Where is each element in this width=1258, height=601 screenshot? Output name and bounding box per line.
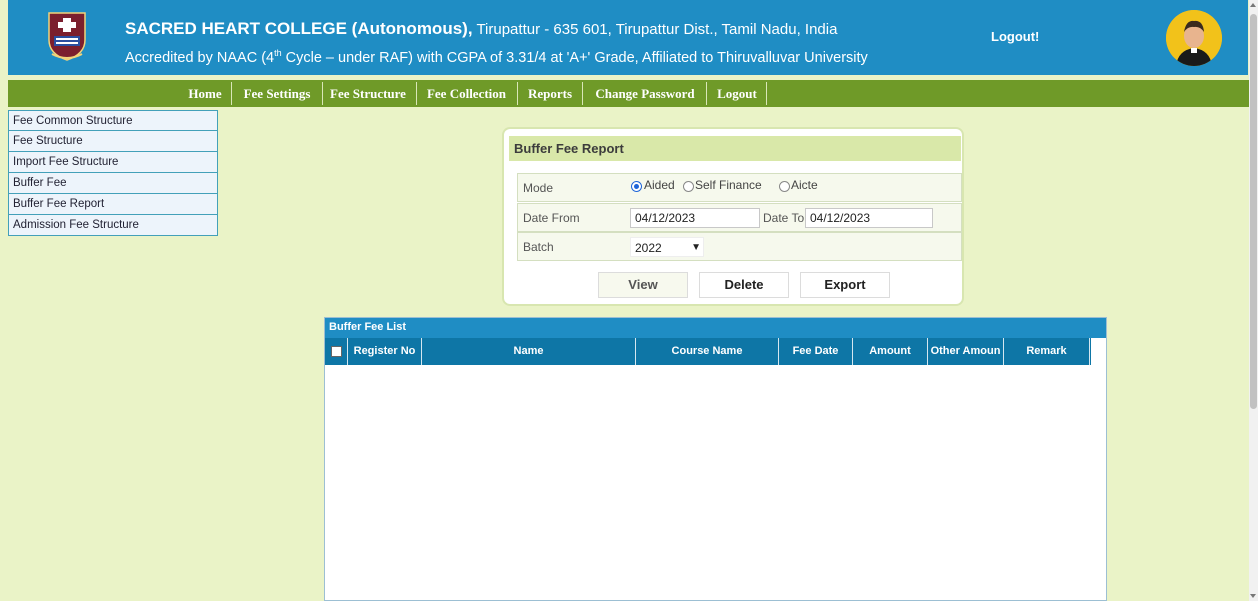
sidebar-item-fee-structure[interactable]: Fee Structure — [8, 131, 218, 152]
date-from-label: Date From — [523, 211, 580, 225]
main-nav: Home Fee Settings Fee Structure Fee Coll… — [8, 80, 1249, 107]
scrollbar-thumb[interactable] — [1250, 14, 1257, 409]
batch-label: Batch — [523, 240, 554, 254]
nav-fee-structure[interactable]: Fee Structure — [325, 80, 411, 107]
mode-aicte-label: Aicte — [791, 178, 818, 192]
mode-self-finance-radio[interactable] — [683, 181, 694, 192]
table-header: Register No Name Course Name Fee Date Am… — [325, 338, 1091, 365]
col-name[interactable]: Name — [422, 338, 636, 365]
batch-value: 2022 — [635, 241, 662, 255]
college-logo-icon — [48, 12, 86, 61]
user-avatar[interactable] — [1166, 10, 1222, 66]
nav-divider — [766, 82, 767, 105]
nav-divider — [517, 82, 518, 105]
col-remark[interactable]: Remark — [1004, 338, 1090, 365]
vertical-scrollbar[interactable] — [1249, 0, 1258, 601]
panel-title: Buffer Fee Report — [509, 136, 961, 161]
col-register-no[interactable]: Register No — [348, 338, 422, 365]
col-course-name[interactable]: Course Name — [636, 338, 779, 365]
col-other-amount[interactable]: Other Amoun — [928, 338, 1004, 365]
date-row: Date From 04/12/2023 Date To 04/12/2023 — [517, 203, 962, 232]
sidebar-item-import-fee-structure[interactable]: Import Fee Structure — [8, 152, 218, 173]
accred-post: Cycle – under RAF) with CGPA of 3.31/4 a… — [281, 49, 868, 66]
nav-logout[interactable]: Logout — [710, 80, 764, 107]
view-button[interactable]: View — [598, 272, 688, 298]
nav-home[interactable]: Home — [185, 80, 225, 107]
college-title: SACRED HEART COLLEGE (Autonomous), Tirup… — [125, 19, 837, 39]
sidebar-item-fee-common-structure[interactable]: Fee Common Structure — [8, 110, 218, 131]
date-to-label: Date To — [763, 211, 805, 225]
nav-fee-settings[interactable]: Fee Settings — [234, 80, 320, 107]
accreditation-text: Accredited by NAAC (4th Cycle – under RA… — [125, 48, 868, 66]
accred-pre: Accredited by NAAC (4 — [125, 49, 275, 66]
mode-row: Mode Aided Self Finance Aicte — [517, 173, 962, 202]
delete-button[interactable]: Delete — [699, 272, 789, 298]
sidebar-item-admission-fee-structure[interactable]: Admission Fee Structure — [8, 215, 218, 236]
mode-self-finance-label: Self Finance — [695, 178, 762, 192]
chevron-down-icon: ▼ — [691, 242, 701, 253]
mode-aided-label: Aided — [644, 178, 675, 192]
date-from-input[interactable]: 04/12/2023 — [630, 208, 760, 228]
nav-fee-collection[interactable]: Fee Collection — [419, 80, 514, 107]
header-logout-link[interactable]: Logout! — [991, 29, 1039, 44]
select-all-checkbox[interactable] — [331, 346, 342, 357]
buffer-fee-list: Buffer Fee List Register No Name Course … — [324, 317, 1107, 601]
sidebar-item-buffer-fee-report[interactable]: Buffer Fee Report — [8, 194, 218, 215]
col-fee-date[interactable]: Fee Date — [779, 338, 853, 365]
scroll-down-icon[interactable] — [1250, 594, 1256, 598]
college-address: Tirupattur - 635 601, Tirupattur Dist., … — [472, 21, 838, 38]
mode-label: Mode — [523, 181, 554, 195]
nav-divider — [582, 82, 583, 105]
batch-row: Batch 2022 ▼ — [517, 232, 962, 261]
nav-divider — [231, 82, 232, 105]
college-name: SACRED HEART COLLEGE (Autonomous), — [125, 19, 473, 38]
accred-sup: th — [274, 48, 282, 58]
select-all-cell — [325, 338, 348, 365]
list-title: Buffer Fee List — [325, 318, 1106, 338]
sidebar-menu: Fee Common Structure Fee Structure Impor… — [8, 110, 218, 236]
export-button[interactable]: Export — [800, 272, 890, 298]
nav-change-password[interactable]: Change Password — [586, 80, 704, 107]
app-header: SACRED HEART COLLEGE (Autonomous), Tirup… — [8, 0, 1248, 75]
batch-select[interactable]: 2022 ▼ — [630, 237, 704, 257]
nav-divider — [416, 82, 417, 105]
nav-reports[interactable]: Reports — [521, 80, 579, 107]
sidebar-item-buffer-fee[interactable]: Buffer Fee — [8, 173, 218, 194]
mode-aicte-radio[interactable] — [779, 181, 790, 192]
date-to-input[interactable]: 04/12/2023 — [805, 208, 933, 228]
col-amount[interactable]: Amount — [853, 338, 928, 365]
nav-divider — [706, 82, 707, 105]
scroll-up-icon[interactable] — [1250, 3, 1256, 7]
nav-divider — [322, 82, 323, 105]
mode-aided-radio[interactable] — [631, 181, 642, 192]
buffer-fee-report-panel: Buffer Fee Report Mode Aided Self Financ… — [502, 127, 964, 306]
